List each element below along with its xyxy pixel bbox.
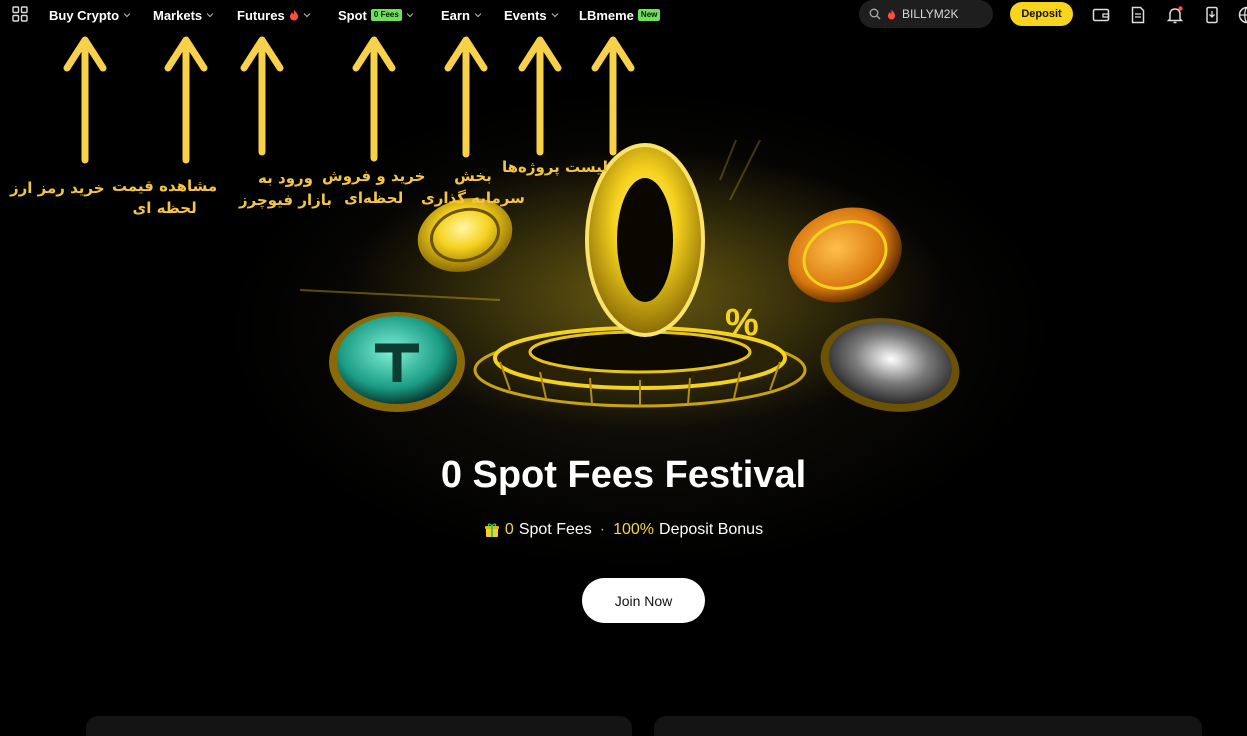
fire-icon <box>887 9 896 19</box>
new-badge: New <box>637 9 661 21</box>
page: Buy Crypto Markets Futures Spot 0 Fees E… <box>0 0 1247 736</box>
nav-label: Earn <box>441 7 470 23</box>
nav-markets[interactable]: Markets <box>153 6 214 24</box>
download-app-icon[interactable] <box>1202 5 1222 25</box>
annotation-line: ورود به <box>258 169 313 187</box>
annotation-buy-crypto: خرید رمز ارز <box>10 179 105 197</box>
hero-subtitle: 0 Spot Fees · 100% Deposit Bonus <box>0 521 1247 539</box>
globe-icon[interactable] <box>1237 5 1247 25</box>
search-icon <box>869 8 881 20</box>
search-value: BILLYM2K <box>902 7 959 21</box>
percent-sign: % <box>725 302 759 344</box>
nav-label: Markets <box>153 7 203 23</box>
annotation-futures: ورود به بازار فیوچرز <box>239 167 332 211</box>
deposit-bonus-label: Deposit Bonus <box>659 521 764 538</box>
nav-spot[interactable]: Spot 0 Fees <box>338 6 414 24</box>
chevron-down-icon <box>474 13 482 18</box>
spot-fees-value: 0 <box>504 521 514 538</box>
annotation-line: لحظه ای <box>132 199 197 217</box>
spot-fees-label: Spot Fees <box>518 521 592 538</box>
teal-coin <box>329 312 465 412</box>
hero-title: 0 Spot Fees Festival <box>440 454 807 496</box>
nav-label: LBmeme <box>579 7 634 23</box>
zero-fees-badge: 0 Fees <box>370 9 402 21</box>
annotation-arrow <box>164 36 208 164</box>
annotation-markets: مشاهده قیمت لحظه ای <box>112 175 217 219</box>
chevron-down-icon <box>303 13 311 18</box>
fire-icon <box>289 9 298 21</box>
nav-buy-crypto[interactable]: Buy Crypto <box>49 6 131 24</box>
annotation-events: لیست پروژه‌ها <box>502 158 608 176</box>
annotation-arrow <box>240 36 284 156</box>
annotation-arrow <box>63 36 107 164</box>
nav-label: Spot <box>338 7 367 23</box>
join-now-button[interactable]: Join Now <box>582 578 705 623</box>
nav-futures[interactable]: Futures <box>237 6 311 24</box>
top-navbar: Buy Crypto Markets Futures Spot 0 Fees E… <box>0 0 1247 30</box>
annotation-spot: خرید و فروش لحظه‌ای <box>322 165 425 209</box>
annotation-line: سرمایه گذاری <box>421 189 525 207</box>
nav-lbmeme[interactable]: LBmeme New <box>579 6 661 24</box>
nav-label: Events <box>504 7 547 23</box>
gift-icon <box>484 523 499 537</box>
chevron-down-icon <box>123 13 131 18</box>
orders-icon[interactable] <box>1128 5 1148 25</box>
promo-card[interactable] <box>654 716 1202 736</box>
promo-card[interactable] <box>86 716 632 736</box>
nav-label: Futures <box>237 7 285 23</box>
nav-events[interactable]: Events <box>504 6 559 24</box>
chevron-down-icon <box>551 13 559 18</box>
chevron-down-icon <box>406 13 414 18</box>
annotation-line: بازار فیوچرز <box>239 191 333 209</box>
annotation-line: مشاهده قیمت <box>112 177 218 195</box>
deposit-bonus-value: 100% <box>613 521 655 538</box>
wallet-icon[interactable] <box>1091 5 1111 25</box>
search-input[interactable]: BILLYM2K <box>859 0 993 28</box>
annotation-line: خرید و فروش <box>322 167 426 185</box>
chevron-down-icon <box>206 13 214 18</box>
bell-icon[interactable] <box>1165 5 1185 25</box>
nav-label: Buy Crypto <box>49 7 120 23</box>
nav-earn[interactable]: Earn <box>441 6 482 24</box>
annotation-line: لحظه‌ای <box>344 189 404 207</box>
separator-dot: · <box>599 521 606 538</box>
apps-grid-icon[interactable] <box>12 6 28 22</box>
deposit-button[interactable]: Deposit <box>1010 2 1073 26</box>
